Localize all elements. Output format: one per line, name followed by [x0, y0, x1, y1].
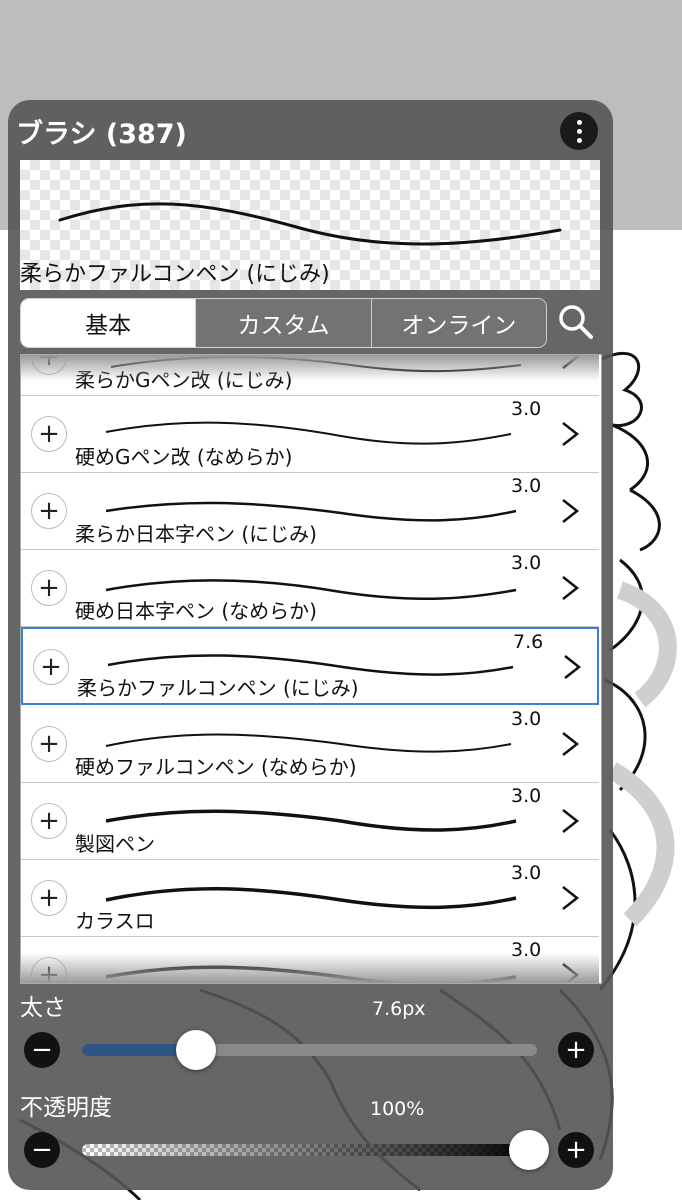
list-item[interactable]: + 3.0 — [21, 937, 599, 984]
brush-size: 7.6 — [513, 631, 544, 653]
size-label: 太さ — [20, 995, 66, 1021]
brush-name: 柔らかファルコンペン (にじみ) — [77, 676, 359, 700]
brush-tabs: 基本 カスタム オンライン — [20, 298, 547, 348]
brush-name: 硬め日本字ペン (なめらか) — [75, 599, 317, 623]
chevron-right-icon[interactable] — [559, 884, 581, 912]
brush-size: 3.0 — [511, 785, 542, 807]
size-slider-knob[interactable] — [175, 1030, 216, 1070]
size-slider-track[interactable] — [82, 1044, 537, 1056]
size-value: 7.6px — [372, 998, 426, 1020]
brush-size: 3.0 — [511, 708, 542, 730]
brush-preview: 柔らかファルコンペン (にじみ) — [20, 160, 600, 290]
opacity-slider-knob[interactable] — [509, 1130, 549, 1170]
brush-size: 3.0 — [511, 939, 542, 961]
list-item[interactable]: + 3.0 硬めGペン改 (なめらか) — [21, 396, 599, 473]
chevron-right-icon[interactable] — [559, 354, 581, 371]
brush-name: 硬めファルコンペン (なめらか) — [75, 755, 357, 779]
brush-size: 3.0 — [511, 862, 542, 884]
chevron-right-icon[interactable] — [559, 961, 581, 984]
chevron-right-icon[interactable] — [559, 807, 581, 835]
brush-size: 3.0 — [511, 398, 542, 420]
chevron-right-icon[interactable] — [559, 574, 581, 602]
opacity-label: 不透明度 — [20, 1095, 112, 1121]
chevron-right-icon[interactable] — [559, 497, 581, 525]
tab-basic[interactable]: 基本 — [21, 299, 196, 347]
chevron-right-icon[interactable] — [561, 653, 583, 681]
brush-name: 柔らか日本字ペン (にじみ) — [75, 522, 317, 546]
brush-stroke-preview — [105, 965, 517, 983]
chevron-right-icon[interactable] — [559, 420, 581, 448]
list-item[interactable]: + 3.0 カラスロ — [21, 860, 599, 937]
plus-icon[interactable]: + — [558, 1132, 594, 1168]
brush-name: 柔らかGペン改 (にじみ) — [75, 368, 293, 392]
opacity-slider-track[interactable] — [82, 1144, 537, 1156]
brush-panel: ブラシ (387) 柔らかファルコンペン (にじみ) 基本 カスタム オンライン… — [8, 100, 613, 1190]
brush-name: カラスロ — [75, 909, 155, 933]
tab-online[interactable]: オンライン — [370, 299, 546, 347]
list-item[interactable]: + 3.0 硬めファルコンペン (なめらか) — [21, 706, 599, 783]
brush-size: 3.0 — [511, 552, 542, 574]
brush-list[interactable]: + 柔らかGペン改 (にじみ) + 3.0 硬めGペン改 (なめらか) + 3.… — [20, 354, 602, 984]
chevron-right-icon[interactable] — [559, 730, 581, 758]
preview-brush-name: 柔らかファルコンペン (にじみ) — [20, 262, 330, 287]
brush-name: 製図ペン — [75, 832, 155, 856]
more-vertical-icon[interactable] — [560, 112, 598, 150]
plus-icon[interactable]: + — [558, 1032, 594, 1068]
list-item[interactable]: + 3.0 柔らか日本字ペン (にじみ) — [21, 473, 599, 550]
list-item-selected[interactable]: + 7.6 柔らかファルコンペン (にじみ) — [21, 627, 599, 705]
minus-icon[interactable]: − — [24, 1032, 60, 1068]
opacity-value: 100% — [370, 1098, 425, 1120]
tab-custom[interactable]: カスタム — [195, 299, 371, 347]
search-icon[interactable] — [556, 300, 596, 344]
minus-icon[interactable]: − — [24, 1132, 60, 1168]
brush-size: 3.0 — [511, 475, 542, 497]
list-item[interactable]: + 3.0 製図ペン — [21, 783, 599, 860]
list-item[interactable]: + 柔らかGペン改 (にじみ) — [21, 354, 599, 396]
brush-name: 硬めGペン改 (なめらか) — [75, 445, 293, 469]
list-item[interactable]: + 3.0 硬め日本字ペン (なめらか) — [21, 550, 599, 627]
panel-title: ブラシ (387) — [16, 119, 187, 150]
